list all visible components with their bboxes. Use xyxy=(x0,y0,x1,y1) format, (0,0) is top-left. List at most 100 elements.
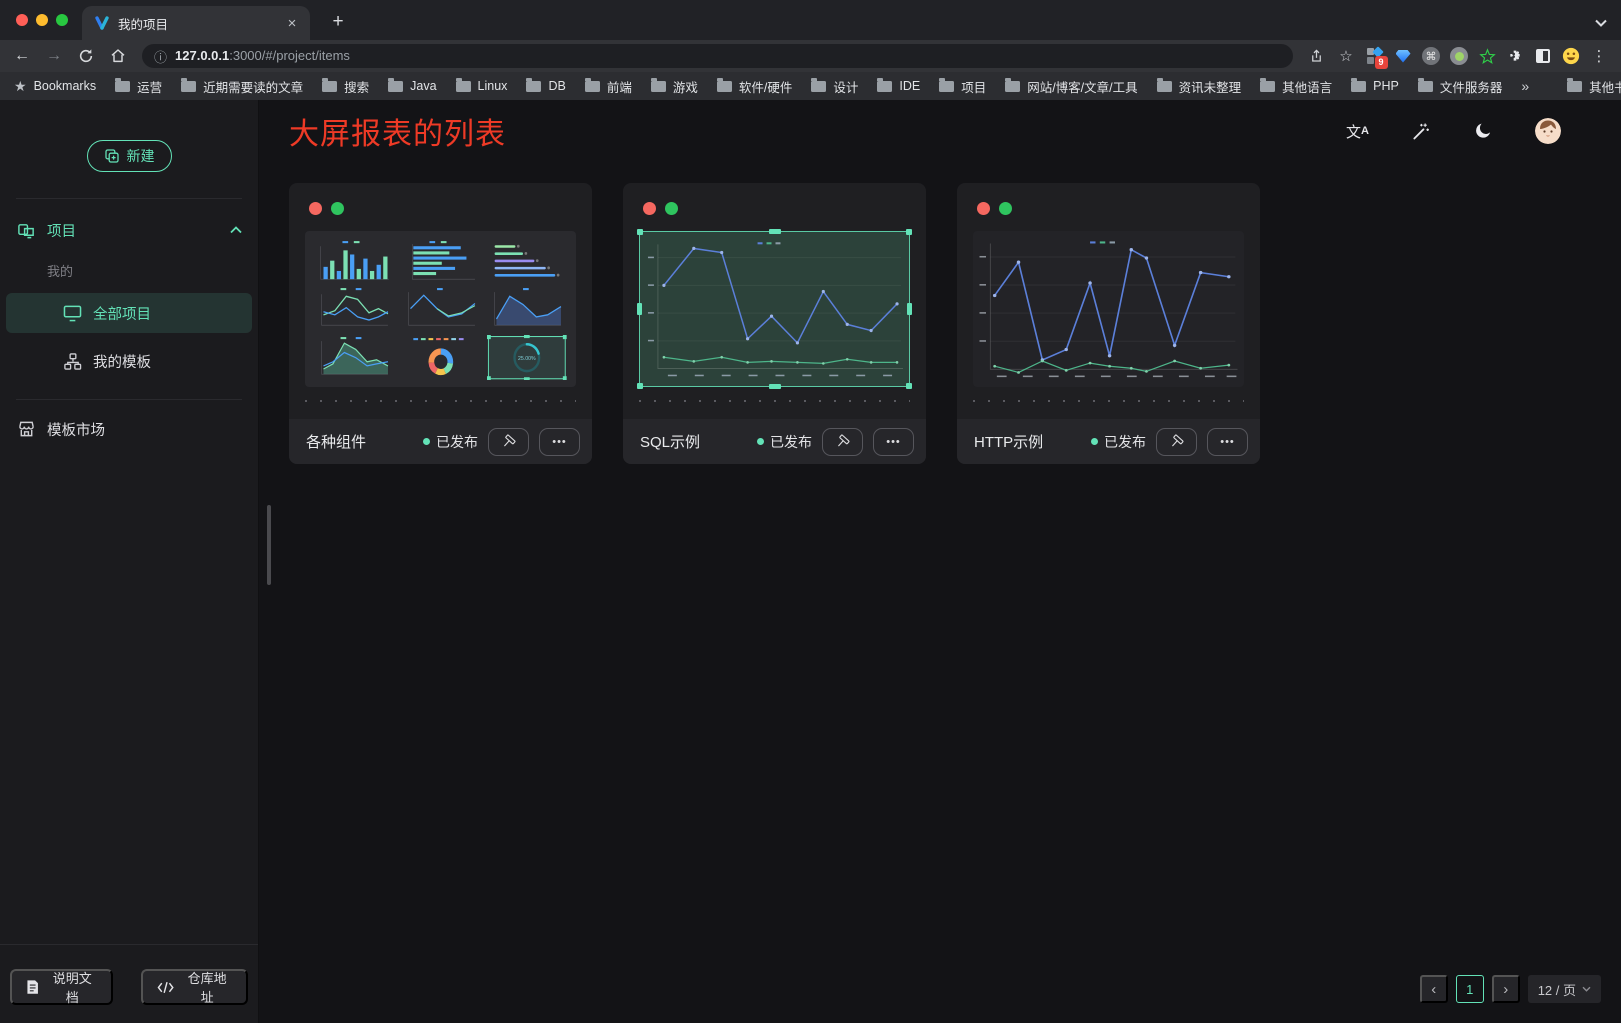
template-icon xyxy=(63,352,82,371)
folder-icon xyxy=(1567,81,1582,92)
bookmark-folder[interactable]: 网站/博客/文章/工具 xyxy=(1005,77,1137,96)
dark-mode-moon-icon[interactable] xyxy=(1473,121,1493,141)
main-content: 大屏报表的列表 文A xyxy=(259,100,1621,1023)
sql-line-chart xyxy=(640,232,909,386)
new-project-button[interactable]: 新建 xyxy=(87,140,172,172)
user-avatar[interactable] xyxy=(1535,118,1561,144)
bookmark-folder[interactable]: 文件服务器 xyxy=(1418,77,1503,96)
extensions-puzzle-icon[interactable] xyxy=(1503,43,1527,69)
status-badge: 已发布 xyxy=(757,432,812,452)
bookmark-folder[interactable]: 近期需要读的文章 xyxy=(181,77,303,96)
reload-icon[interactable] xyxy=(72,43,100,69)
page-title: 大屏报表的列表 xyxy=(289,109,506,153)
folder-icon xyxy=(811,81,826,92)
folder-icon xyxy=(1005,81,1020,92)
bookmark-folder[interactable]: 其他语言 xyxy=(1260,77,1332,96)
edit-hammer-button[interactable] xyxy=(488,428,529,456)
bookmarks-overflow-icon[interactable]: » xyxy=(1521,78,1529,94)
tab-search-icon[interactable] xyxy=(1595,14,1607,32)
bookmark-folder[interactable]: 搜索 xyxy=(322,77,369,96)
next-page-button[interactable]: › xyxy=(1492,975,1520,1003)
sidebar-divider xyxy=(16,399,242,400)
bookmark-folder[interactable]: IDE xyxy=(877,79,920,93)
repo-button[interactable]: 仓库地址 xyxy=(141,969,248,1005)
edit-hammer-button[interactable] xyxy=(1156,428,1197,456)
bookmarks-manager-item[interactable]: ★Bookmarks xyxy=(14,78,96,95)
edit-hammer-button[interactable] xyxy=(822,428,863,456)
address-bar[interactable]: ⓘ 127.0.0.1:3000/#/project/items xyxy=(142,44,1293,68)
bookmark-folder[interactable]: Linux xyxy=(456,79,508,93)
darkreader-extension-icon[interactable] xyxy=(1531,43,1555,69)
more-actions-button[interactable]: ••• xyxy=(873,428,914,456)
magic-wand-icon[interactable] xyxy=(1411,121,1431,141)
sidebar-sublabel-mine: 我的 xyxy=(47,261,258,280)
other-bookmarks-folder[interactable]: 其他书签 xyxy=(1567,77,1621,96)
sidebar-item-all-projects[interactable]: 全部项目 xyxy=(6,293,252,333)
bookmark-folder[interactable]: 前端 xyxy=(585,77,632,96)
card-red-dot xyxy=(643,202,656,215)
scrollbar-thumb[interactable] xyxy=(267,505,271,585)
bookmark-folder[interactable]: 软件/硬件 xyxy=(717,77,792,96)
language-icon[interactable]: 文A xyxy=(1346,121,1369,142)
window-close-button[interactable] xyxy=(16,14,28,26)
status-badge: 已发布 xyxy=(1091,432,1146,452)
window-zoom-button[interactable] xyxy=(56,14,68,26)
home-icon[interactable] xyxy=(104,43,132,69)
bookmark-star-icon[interactable]: ☆ xyxy=(1333,43,1359,69)
project-thumbnail-components: 25.00% xyxy=(305,231,576,387)
project-card[interactable]: HTTP示例 已发布 ••• xyxy=(957,183,1260,464)
site-info-icon[interactable]: ⓘ xyxy=(154,47,167,66)
more-actions-button[interactable]: ••• xyxy=(539,428,580,456)
forward-icon[interactable]: → xyxy=(40,43,68,69)
folder-icon xyxy=(651,81,666,92)
bookmark-folder[interactable]: 设计 xyxy=(811,77,858,96)
bookmark-folder[interactable]: Java xyxy=(388,79,436,93)
share-icon[interactable] xyxy=(1303,43,1329,69)
folder-icon xyxy=(456,81,471,92)
folder-icon xyxy=(1418,81,1433,92)
mini-line-chart-two xyxy=(314,286,394,331)
sidebar-item-template-market[interactable]: 模板市场 xyxy=(17,414,242,444)
url-path: :3000/#/project/items xyxy=(229,48,350,63)
chevron-up-icon[interactable] xyxy=(230,226,242,234)
bookmark-folder[interactable]: 游戏 xyxy=(651,77,698,96)
recorder-extension-icon[interactable] xyxy=(1447,43,1471,69)
star-extension-icon[interactable] xyxy=(1475,43,1499,69)
sidebar-item-my-templates[interactable]: 我的模板 xyxy=(6,341,252,381)
bookmark-folder[interactable]: 资讯未整理 xyxy=(1157,77,1242,96)
window-minimize-button[interactable] xyxy=(36,14,48,26)
prev-page-button[interactable]: ‹ xyxy=(1420,975,1448,1003)
browser-menu-icon[interactable]: ⋮ xyxy=(1587,43,1611,69)
docs-button[interactable]: 说明文档 xyxy=(10,969,113,1005)
current-page-button[interactable]: 1 xyxy=(1456,975,1484,1003)
card-green-dot xyxy=(665,202,678,215)
sidebar: 新建 项目 我的 全部项目 我 xyxy=(0,100,259,1023)
storefront-icon xyxy=(17,420,36,438)
bookmark-folder[interactable]: 项目 xyxy=(939,77,986,96)
tab-close-icon[interactable]: × xyxy=(284,15,300,32)
bookmark-folder[interactable]: 运营 xyxy=(115,77,162,96)
bookmark-folder[interactable]: PHP xyxy=(1351,79,1399,93)
folder-icon xyxy=(1157,81,1172,92)
new-tab-button[interactable]: + xyxy=(326,10,350,34)
sidebar-group-projects[interactable]: 项目 xyxy=(17,215,242,245)
project-card[interactable]: 25.00% 各种组件 已发布 ••• xyxy=(289,183,592,464)
card-red-dot xyxy=(309,202,322,215)
project-card[interactable]: SQL示例 已发布 ••• xyxy=(623,183,926,464)
document-icon xyxy=(26,979,39,995)
mini-area-chart-green xyxy=(314,335,394,380)
back-icon[interactable]: ← xyxy=(8,43,36,69)
more-actions-button[interactable]: ••• xyxy=(1207,428,1248,456)
tab-groups-extension-icon[interactable]: 9 xyxy=(1363,43,1387,69)
emoji-extension-icon[interactable] xyxy=(1559,43,1583,69)
browser-tab[interactable]: 我的项目 × xyxy=(82,6,310,40)
command-extension-icon[interactable]: ⌘ xyxy=(1419,43,1443,69)
status-dot xyxy=(423,438,430,445)
gem-extension-icon[interactable] xyxy=(1391,43,1415,69)
mini-gauge-selected: 25.00% xyxy=(487,335,567,380)
folder-icon xyxy=(181,81,196,92)
folder-icon xyxy=(717,81,732,92)
bookmark-folder[interactable]: DB xyxy=(526,79,565,93)
project-thumbnail-http xyxy=(973,231,1244,387)
page-size-select[interactable]: 12 / 页 xyxy=(1528,975,1601,1003)
